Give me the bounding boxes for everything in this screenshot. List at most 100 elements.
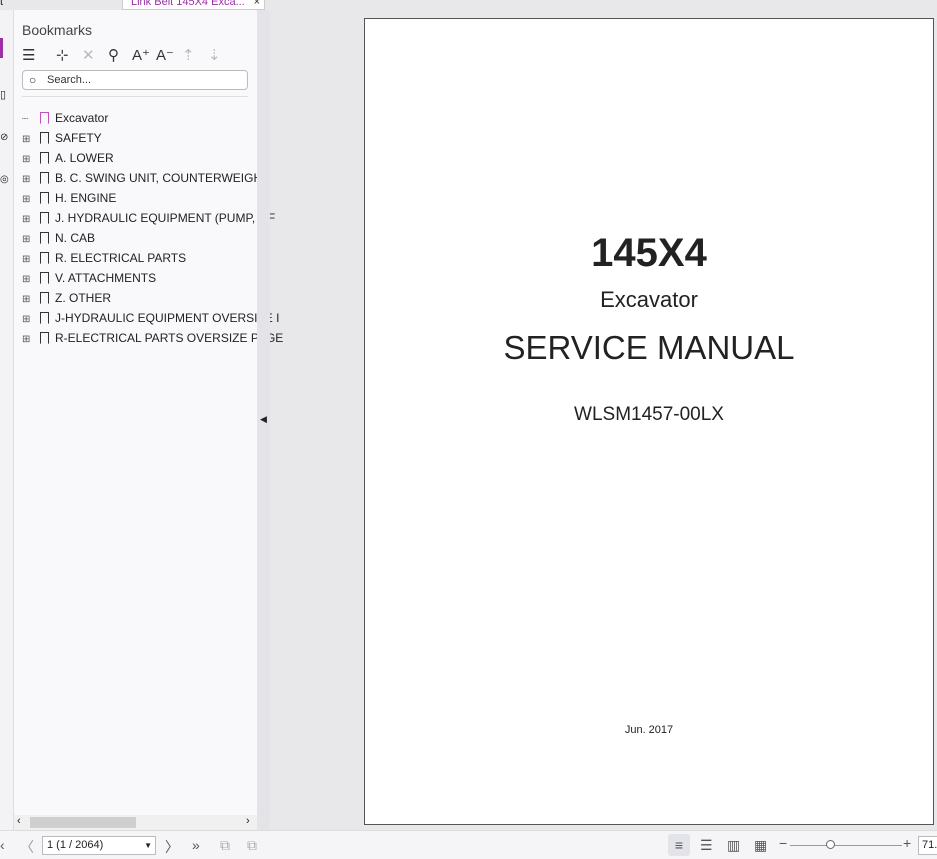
bookmark-item[interactable]: ⊞ H. ENGINE	[22, 188, 116, 208]
bookmark-icon	[40, 252, 49, 264]
previous-view-icon[interactable]: ⧉	[220, 837, 230, 854]
expand-icon[interactable]: ⊞	[22, 270, 32, 290]
single-page-view-icon[interactable]: ≡	[668, 834, 690, 856]
tab-label: Link Belt 145X4 Exca...	[131, 0, 245, 8]
next-page-icon[interactable]: 〉	[165, 837, 179, 857]
bookmark-item[interactable]: ⊞ SAFETY	[22, 128, 102, 148]
chevron-down-icon[interactable]: ▼	[144, 837, 152, 854]
bookmark-item[interactable]: ⊞ N. CAB	[22, 228, 95, 248]
bookmark-icon	[40, 312, 49, 324]
zoom-slider[interactable]	[790, 845, 902, 846]
bookmark-icon	[40, 232, 49, 244]
delete-bookmark-icon[interactable]: ✕	[82, 46, 95, 64]
bookmark-label: N. CAB	[55, 231, 96, 245]
page-value: 1 (1 / 2064)	[47, 839, 104, 851]
bookmark-icon	[40, 112, 49, 124]
bookmark-item[interactable]: ⊞ B. C. SWING UNIT, COUNTERWEIGHT	[22, 168, 269, 188]
expand-icon[interactable]: ⊞	[22, 230, 32, 250]
doc-date: Jun. 2017	[624, 724, 674, 736]
page-thumbnail-icon[interactable]: ▯	[0, 88, 6, 101]
divider	[22, 96, 248, 97]
options-icon[interactable]: ☰	[22, 46, 35, 64]
bookmarks-panel: Bookmarks ☰ ⊹ ✕ ⚲ A⁺ A⁻ ⇡ ⇣ ○ Search... ┈…	[14, 10, 283, 830]
expand-icon[interactable]: ⊞	[22, 330, 32, 350]
add-bookmark-icon[interactable]: ⊹	[56, 46, 69, 64]
bookmark-item[interactable]: ⊞ J. HYDRAULIC EQUIPMENT (PUMP, OF	[22, 208, 275, 228]
doc-type: Excavator	[600, 287, 698, 312]
tree-line: ┈	[22, 114, 29, 125]
decrease-font-icon[interactable]: A⁻	[156, 46, 174, 64]
scrollbar-thumb[interactable]	[30, 817, 136, 828]
tab-previous[interactable]: t	[0, 0, 12, 10]
left-sidebar-strip: ▯ ⊘ ◎	[0, 10, 14, 830]
layers-icon[interactable]: ◎	[0, 174, 9, 185]
doc-title: SERVICE MANUAL	[503, 329, 795, 366]
bookmark-icon	[40, 272, 49, 284]
first-page-icon[interactable]: ‹	[0, 837, 5, 853]
find-bookmark-icon[interactable]: ⚲	[108, 46, 119, 64]
expand-icon[interactable]: ⊞	[22, 190, 32, 210]
collapse-panel-handle[interactable]: ◀	[257, 10, 270, 830]
bookmark-icon	[40, 172, 49, 184]
bookmark-item[interactable]: ⊞ R. ELECTRICAL PARTS	[22, 248, 186, 268]
expand-icon[interactable]: ⊞	[22, 170, 32, 190]
bookmark-item[interactable]: ⊞ Z. OTHER	[22, 288, 111, 308]
bookmark-item[interactable]: ⊞ V. ATTACHMENTS	[22, 268, 156, 288]
document-page: 145X4 Excavator SERVICE MANUAL WLSM1457-…	[364, 18, 934, 825]
bookmark-label: B. C. SWING UNIT, COUNTERWEIGHT	[55, 171, 270, 185]
doc-model: 145X4	[591, 231, 707, 275]
bookmark-item[interactable]: ┈ Excavator	[22, 108, 108, 128]
continuous-facing-view-icon[interactable]: ▦	[754, 837, 767, 854]
search-placeholder: Search...	[47, 74, 92, 86]
bookmark-label: H. ENGINE	[55, 191, 117, 205]
expand-icon[interactable]: ⊞	[22, 250, 32, 270]
bookmark-icon	[40, 212, 49, 224]
close-icon[interactable]: ×	[254, 0, 260, 9]
bookmark-item[interactable]: ⊞ A. LOWER	[22, 148, 114, 168]
scroll-left-icon[interactable]: ‹	[17, 815, 21, 827]
bookmark-icon	[40, 292, 49, 304]
bookmark-label: V. ATTACHMENTS	[55, 271, 157, 285]
zoom-out-icon[interactable]: −	[779, 835, 787, 851]
bookmark-item[interactable]: ⊞ R-ELECTRICAL PARTS OVERSIZE PAGE	[22, 328, 283, 348]
bookmark-panel-indicator[interactable]	[0, 38, 3, 58]
bookmark-label: Z. OTHER	[55, 291, 111, 305]
page-number-input[interactable]: 1 (1 / 2064) ▼	[42, 836, 156, 855]
tab-active-document[interactable]: Link Belt 145X4 Exca... ×	[122, 0, 265, 10]
continuous-view-icon[interactable]: ☰	[700, 837, 713, 854]
zoom-value: 71.	[922, 839, 937, 851]
expand-icon[interactable]: ⊞	[22, 210, 32, 230]
zoom-slider-knob[interactable]	[826, 840, 835, 849]
bookmark-icon	[40, 192, 49, 204]
facing-view-icon[interactable]: ▥	[727, 837, 740, 854]
last-page-icon[interactable]: »	[192, 837, 200, 853]
increase-font-icon[interactable]: A⁺	[132, 46, 150, 64]
search-icon: ○	[29, 73, 37, 87]
bookmark-label: J. HYDRAULIC EQUIPMENT (PUMP, OF	[55, 211, 276, 225]
bookmark-icon	[40, 132, 49, 144]
scroll-right-icon[interactable]: ›	[246, 815, 250, 827]
bookmark-label: Excavator	[55, 111, 109, 125]
expand-icon[interactable]: ⊞	[22, 310, 32, 330]
bookmark-icon	[40, 152, 49, 164]
move-down-icon[interactable]: ⇣	[208, 46, 221, 64]
panel-title: Bookmarks	[22, 22, 93, 38]
bookmark-label: A. LOWER	[55, 151, 114, 165]
bookmark-label: R. ELECTRICAL PARTS	[55, 251, 187, 265]
bookmark-search-input[interactable]: ○ Search...	[22, 70, 248, 90]
zoom-input[interactable]: 71.	[918, 836, 937, 855]
previous-page-icon[interactable]: 〈	[20, 837, 34, 857]
next-view-icon[interactable]: ⧉	[247, 837, 257, 854]
bookmark-label: SAFETY	[55, 131, 102, 145]
move-up-icon[interactable]: ⇡	[182, 46, 195, 64]
bookmark-label: J-HYDRAULIC EQUIPMENT OVERSIZE I	[55, 311, 280, 325]
bookmark-item[interactable]: ⊞ J-HYDRAULIC EQUIPMENT OVERSIZE I	[22, 308, 279, 328]
expand-icon[interactable]: ⊞	[22, 130, 32, 150]
status-bar: ‹ 〈 1 (1 / 2064) ▼ 〉 » ⧉ ⧉ ≡ ☰ ▥ ▦ − + 71…	[0, 830, 937, 859]
expand-icon[interactable]: ⊞	[22, 150, 32, 170]
bookmark-label: R-ELECTRICAL PARTS OVERSIZE PAGE	[55, 331, 284, 345]
attachment-icon[interactable]: ⊘	[0, 132, 8, 143]
zoom-in-icon[interactable]: +	[903, 835, 911, 851]
collapse-arrow-icon[interactable]: ◀	[260, 414, 267, 425]
expand-icon[interactable]: ⊞	[22, 290, 32, 310]
